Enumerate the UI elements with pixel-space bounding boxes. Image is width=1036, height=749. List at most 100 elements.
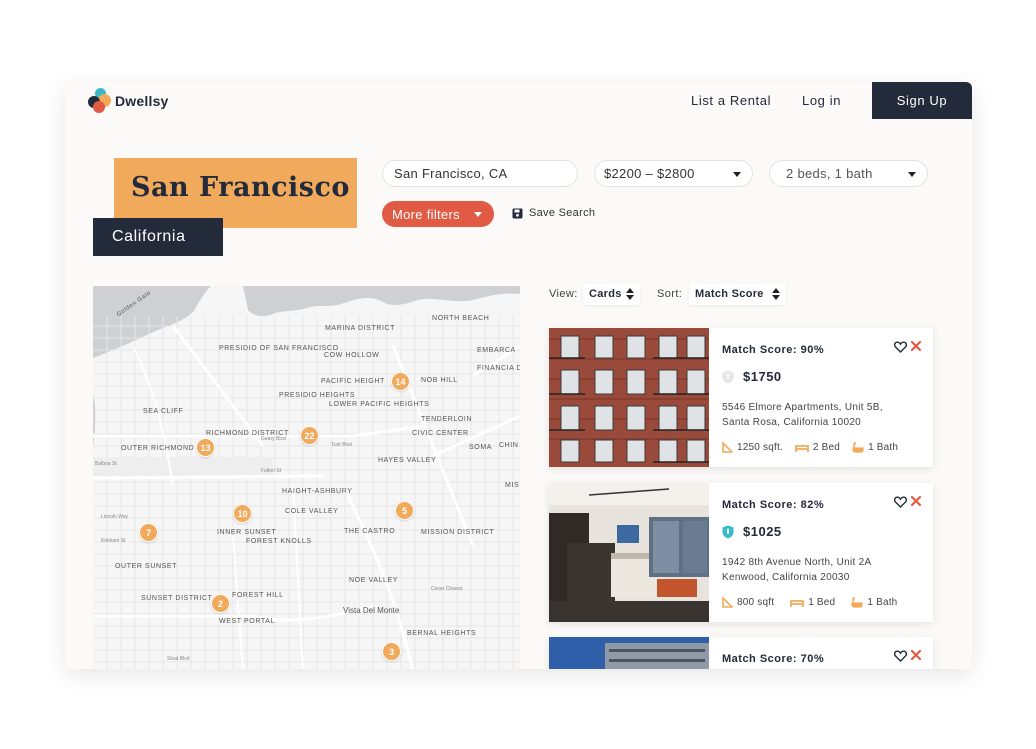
map-pin[interactable]: 5 (395, 501, 414, 520)
shield-icon (722, 370, 734, 383)
map-label: THE CASTRO (344, 528, 396, 535)
listing-card[interactable]: Match Score: 70% (549, 637, 933, 669)
login-link[interactable]: Log in (802, 93, 841, 108)
street-label: Sloat Blvd (167, 656, 190, 662)
price: $1025 (743, 524, 782, 539)
map-label: MARINA DISTRICT (325, 325, 396, 332)
bathtub-icon (851, 597, 863, 608)
street-label: Kirkham St (101, 538, 126, 544)
address-line2: Kenwood, California 20030 (722, 572, 850, 583)
sqft-value: 800 sqft (737, 597, 775, 608)
map-label: Vista Del Monte (343, 606, 400, 615)
location-input[interactable]: San Francisco, CA (382, 160, 578, 187)
address: 1942 8th Avenue North, Unit 2A Kenwood, … (722, 555, 871, 585)
listing-photo (549, 483, 709, 622)
logo-icon (87, 88, 113, 114)
sqft: 800 sqft (722, 597, 774, 608)
close-icon[interactable] (910, 340, 922, 352)
match-score: Match Score: 70% (722, 653, 825, 665)
baths-value: 1 Bath (868, 442, 899, 453)
state-subtitle: California (93, 218, 223, 256)
price-row: $1750 (722, 369, 782, 384)
sort-arrows-icon (626, 288, 634, 300)
listing-card[interactable]: Match Score: 90% $1750 5546 Elmore Apart… (549, 328, 933, 467)
map-pin[interactable]: 13 (196, 438, 215, 457)
map-label: SOMA (469, 444, 493, 451)
beds: 1 Bed (790, 597, 835, 608)
map-label: INNER SUNSET (217, 529, 277, 536)
floppy-disk-icon (512, 208, 523, 218)
price-select[interactable]: $2200 – $2800 (594, 160, 753, 187)
ruler-icon (722, 442, 733, 453)
match-score: Match Score: 90% (722, 344, 825, 356)
address-line1: 1942 8th Avenue North, Unit 2A (722, 557, 872, 568)
map-pin[interactable]: 2 (211, 594, 230, 613)
price-row: $1025 (722, 524, 782, 539)
map-label: FOREST HILL (232, 592, 284, 599)
listing-specs: 800 sqft 1 Bed 1 Bath (722, 597, 909, 608)
bed-icon (795, 444, 809, 452)
map-pin[interactable]: 14 (391, 372, 410, 391)
street-label: Geary Blvd (261, 436, 286, 442)
map-label: NORTH BEACH (432, 315, 490, 322)
map-label: NOE VALLEY (349, 577, 399, 584)
map-label: MISSION DISTRICT (421, 529, 495, 536)
more-filters-label: More filters (392, 206, 460, 222)
map-label: CHIN (499, 442, 519, 449)
listing-photo (549, 637, 709, 669)
map-pin[interactable]: 7 (139, 523, 158, 542)
sort-label: Sort: (657, 288, 683, 300)
map[interactable]: Golden Gate NORTH BEACH MARINA DISTRICT … (93, 286, 520, 669)
beds-baths-value: 2 beds, 1 bath (786, 166, 873, 181)
map-label: COLE VALLEY (285, 508, 339, 515)
beds-baths-select[interactable]: 2 beds, 1 bath (769, 160, 928, 187)
map-label: SUNSET DISTRICT (141, 595, 213, 602)
signup-button[interactable]: Sign Up (872, 82, 972, 119)
map-label: PACIFIC HEIGHT (321, 378, 385, 385)
listing-card[interactable]: Match Score: 82% $1025 1942 8th Avenue N… (549, 483, 933, 622)
heart-icon[interactable] (894, 341, 907, 353)
heart-icon[interactable] (894, 496, 907, 508)
map-label: RICHMOND DISTRICT (206, 430, 289, 437)
app-window: Dwellsy List a Rental Log in Sign Up San… (65, 82, 972, 669)
match-score: Match Score: 82% (722, 499, 825, 511)
price: $1750 (743, 369, 782, 384)
map-pin[interactable]: 10 (233, 504, 252, 523)
bed-icon (790, 599, 805, 607)
sort-arrows-icon (772, 288, 780, 300)
baths: 1 Bath (851, 597, 897, 608)
map-label: BERNAL HEIGHTS (407, 630, 477, 637)
map-pin[interactable]: 22 (300, 426, 319, 445)
more-filters-button[interactable]: More filters (382, 201, 494, 227)
street-label: Balboa St (95, 461, 117, 467)
sort-select[interactable]: Match Score (689, 283, 786, 305)
street-label: Fulton St (261, 468, 282, 474)
logo[interactable]: Dwellsy (87, 88, 169, 114)
sqft: 1250 sqft. (722, 442, 783, 453)
heart-icon[interactable] (894, 650, 907, 662)
map-label: MIS (505, 482, 520, 489)
top-nav: Dwellsy List a Rental Log in Sign Up (65, 82, 972, 119)
beds: 2 Bed (795, 442, 840, 453)
view-select[interactable]: Cards (583, 283, 640, 305)
chevron-down-icon (733, 172, 741, 177)
street-label: Lincoln Way (101, 514, 129, 520)
map-label: PRESIDIO HEIGHTS (279, 392, 356, 399)
listing-specs: 1250 sqft. 2 Bed 1 Bath (722, 442, 910, 453)
map-label: NOB HILL (421, 377, 458, 384)
list-rental-link[interactable]: List a Rental (691, 93, 771, 108)
view-label: View: (549, 288, 578, 300)
map-background (93, 286, 520, 669)
close-icon[interactable] (910, 649, 922, 661)
view-value: Cards (589, 288, 622, 300)
bathtub-icon (852, 442, 864, 453)
chevron-down-icon (908, 172, 916, 177)
map-label: EMBARCA (477, 347, 516, 354)
save-search-button[interactable]: Save Search (512, 207, 595, 219)
map-label: OUTER RICHMOND (121, 445, 195, 452)
map-label: LOWER PACIFIC HEIGHTS (329, 401, 430, 408)
map-label: COW HOLLOW (324, 352, 380, 359)
close-icon[interactable] (910, 495, 922, 507)
logo-text: Dwellsy (115, 93, 169, 109)
map-pin[interactable]: 3 (382, 642, 401, 661)
